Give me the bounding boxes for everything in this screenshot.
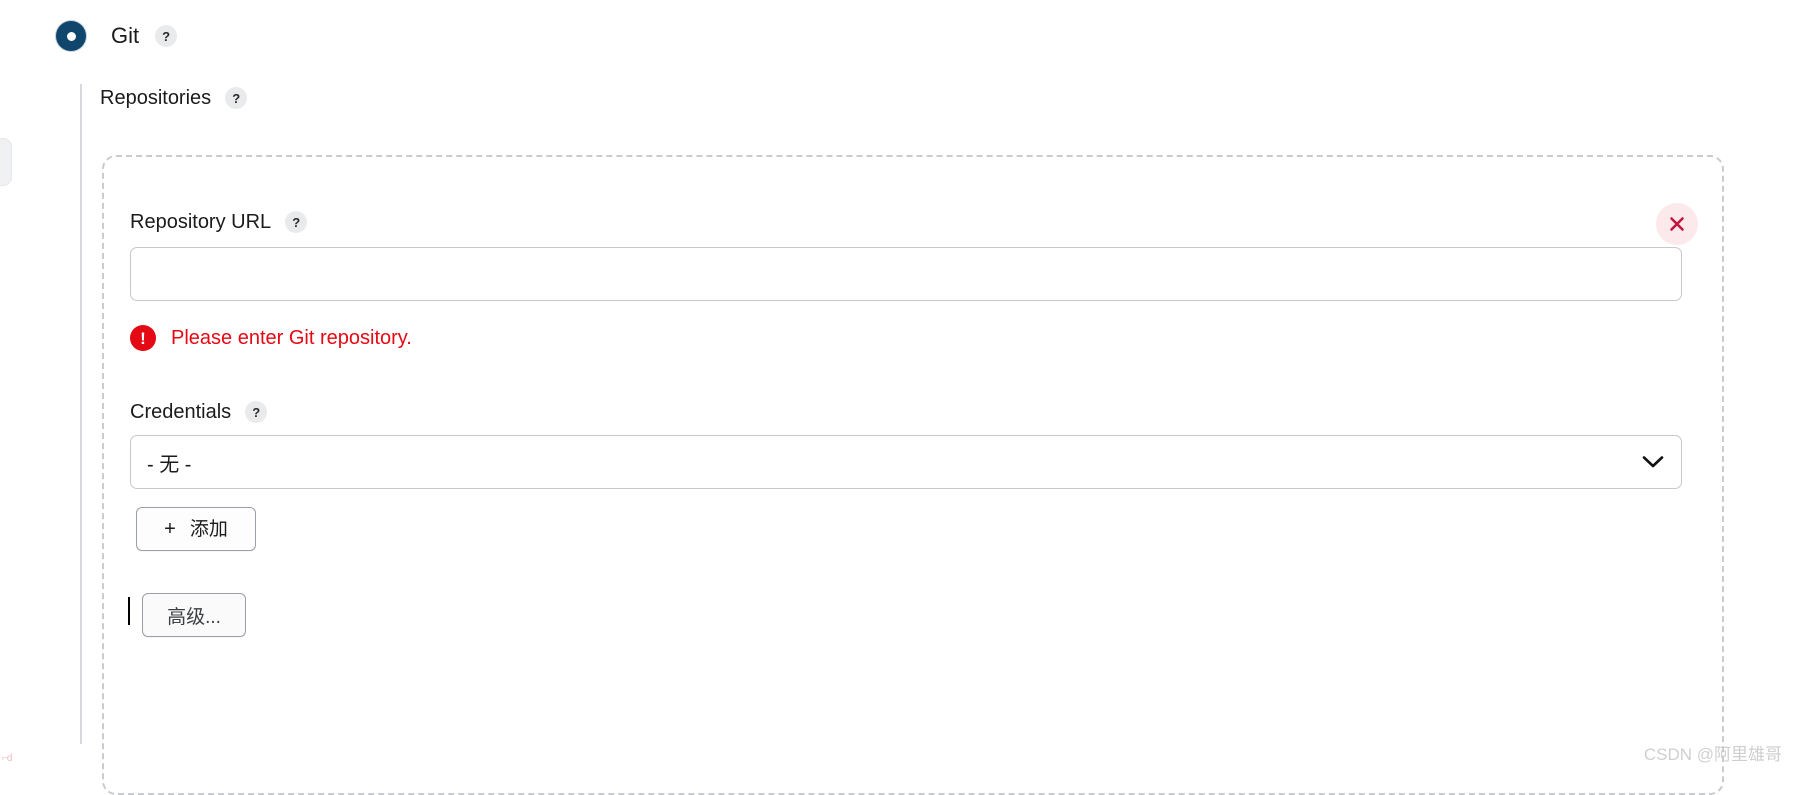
error-exclamation-icon: ! [130, 325, 156, 351]
add-credentials-button[interactable]: + 添加 [136, 507, 256, 551]
credentials-select-value: - 无 - [147, 453, 192, 476]
credentials-help-icon[interactable]: ? [245, 401, 268, 423]
text-caret [128, 597, 130, 625]
remove-repository-button[interactable] [1656, 203, 1698, 245]
plus-icon: + [164, 518, 176, 540]
repositories-help-icon[interactable]: ? [225, 87, 248, 109]
repository-card: Repository URL ? ! Please enter Git repo… [102, 155, 1724, 795]
watermark: CSDN @阿里雄哥 [1643, 745, 1782, 764]
repository-url-label: Repository URL [130, 211, 272, 233]
repository-url-error: ! Please enter Git repository. [130, 323, 412, 353]
add-credentials-label: 添加 [189, 518, 228, 540]
scm-option-git-row[interactable]: Git ? [56, 19, 178, 53]
repository-url-input[interactable] [130, 247, 1682, 301]
left-edge-panel-handle[interactable] [0, 138, 12, 186]
credentials-label: Credentials [130, 401, 232, 423]
corner-mark: ⌐d [2, 753, 12, 764]
repository-url-error-text: Please enter Git repository. [171, 327, 412, 349]
credentials-label-row: Credentials ? [130, 399, 268, 425]
repositories-heading-row: Repositories ? [100, 84, 248, 112]
advanced-button-label: 高级... [167, 606, 221, 628]
advanced-button[interactable]: 高级... [142, 593, 246, 637]
repositories-heading: Repositories [100, 87, 212, 109]
credentials-select[interactable]: - 无 - [130, 435, 1682, 489]
scm-git-help-icon[interactable]: ? [155, 25, 178, 47]
credentials-select-wrap[interactable]: - 无 - [130, 435, 1682, 489]
repository-url-help-icon[interactable]: ? [285, 211, 308, 233]
section-vertical-rule [80, 84, 82, 744]
scm-git-radio[interactable] [56, 21, 86, 51]
repository-url-label-row: Repository URL ? [130, 209, 308, 235]
close-x-icon [1670, 217, 1684, 231]
scm-git-label: Git [111, 23, 140, 48]
